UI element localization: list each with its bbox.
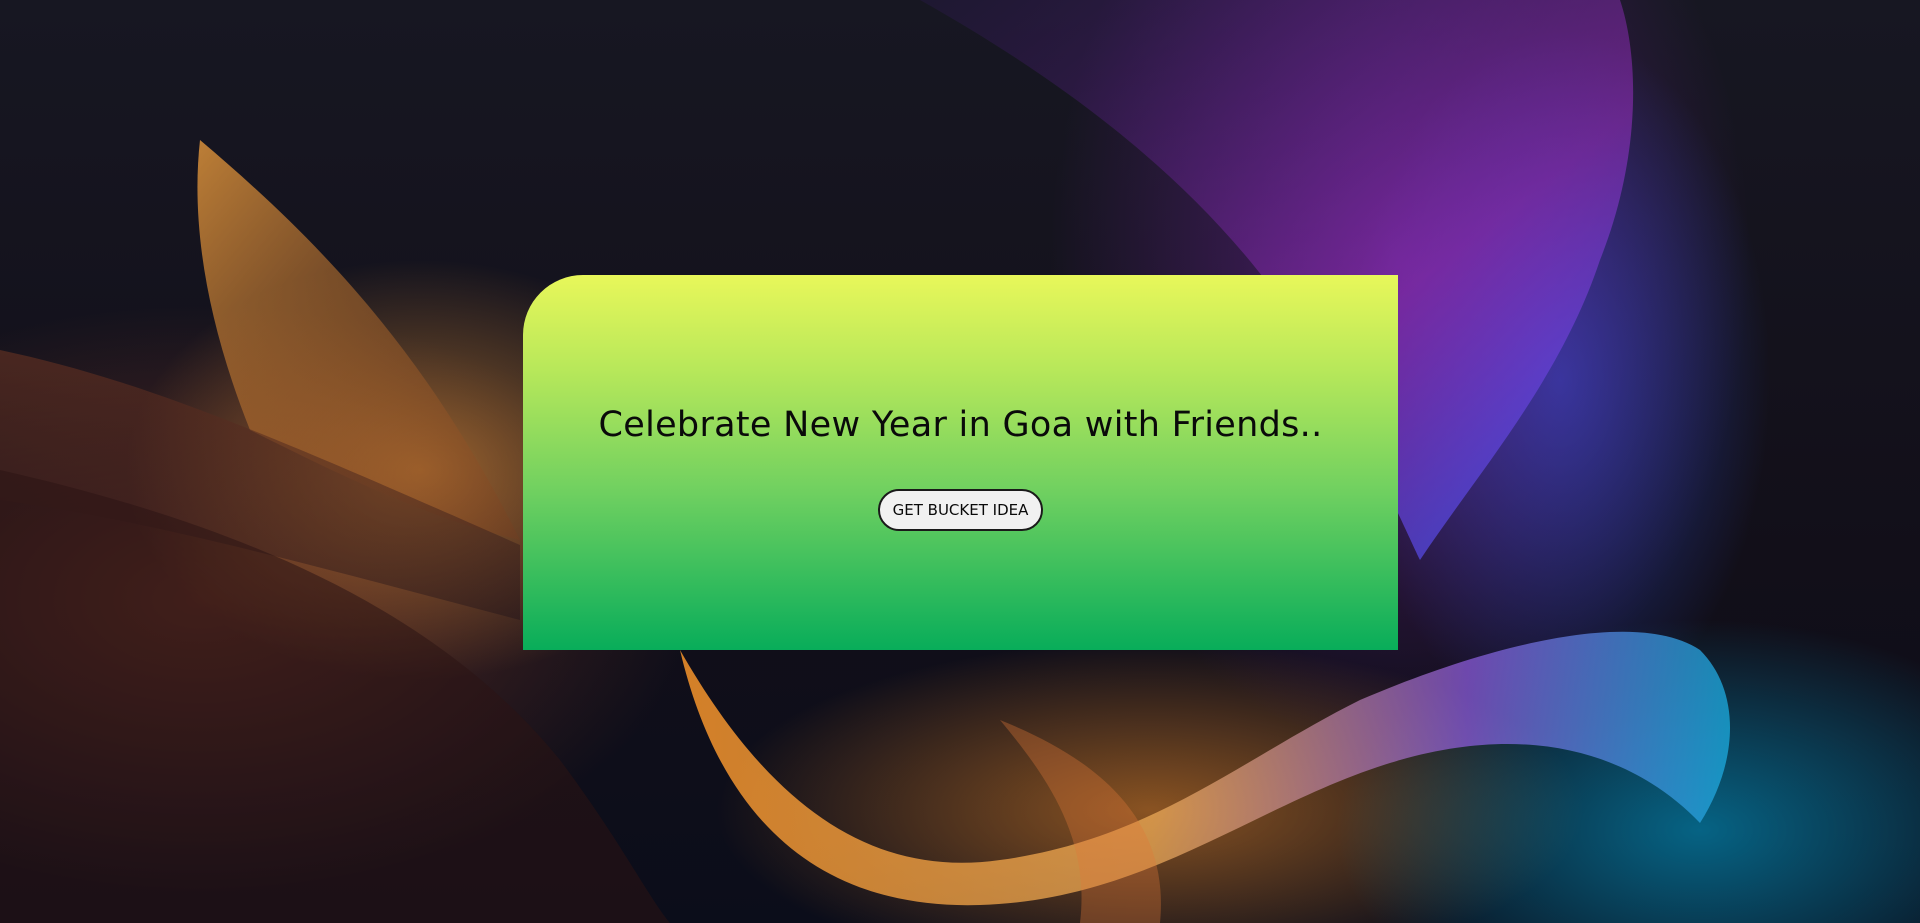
- hero-title: Celebrate New Year in Goa with Friends..: [598, 405, 1323, 445]
- hero-card: Celebrate New Year in Goa with Friends..…: [523, 275, 1398, 650]
- get-bucket-idea-button[interactable]: GET BUCKET IDEA: [877, 489, 1044, 531]
